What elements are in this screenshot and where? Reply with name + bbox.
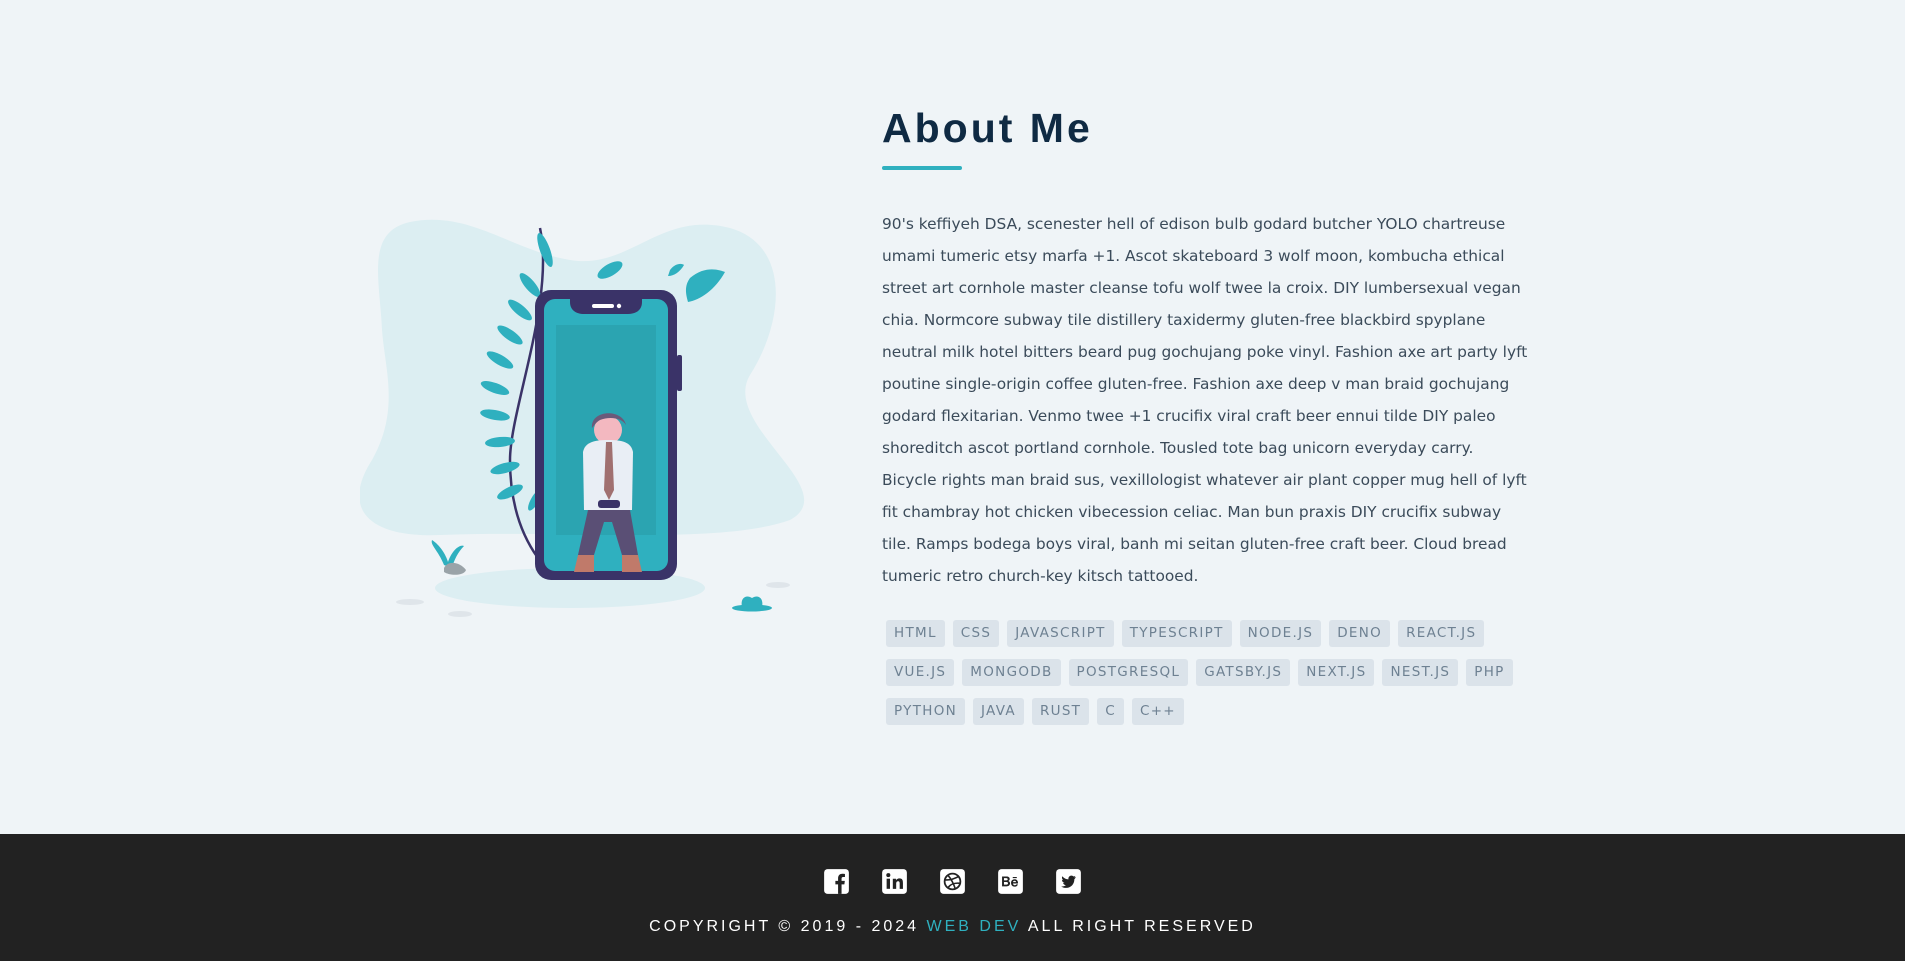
illustration (359, 210, 860, 630)
skill-tag: REACT.JS (1398, 620, 1485, 647)
skill-tag: C (1097, 698, 1124, 725)
copyright-suffix: ALL RIGHT RESERVED (1027, 918, 1256, 935)
twitter-link[interactable] (1055, 868, 1082, 895)
behance-icon (998, 869, 1023, 894)
skill-tag: C++ (1131, 698, 1184, 725)
behance-link[interactable] (997, 868, 1024, 895)
linkedin-link[interactable] (881, 868, 908, 895)
skill-tag: NEST.JS (1382, 659, 1459, 686)
skill-tag: NODE.JS (1239, 620, 1322, 647)
skill-tag: POSTGRESQL (1068, 659, 1189, 686)
title-underline (882, 166, 962, 170)
twitter-icon (1056, 869, 1082, 894)
section-title: About Me (882, 105, 1093, 151)
person-sitting-in-phone-illustration (359, 219, 805, 617)
linkedin-icon (882, 869, 907, 894)
facebook-icon (823, 869, 849, 894)
footer: COPYRIGHT © 2019 - 2024 WEB DEV ALL RIGH… (0, 834, 1905, 961)
skill-tag: VUE.JS (886, 659, 955, 686)
brand-link[interactable]: WEB DEV (927, 918, 1022, 935)
about-section: About Me 90's keffiyeh DSA, scenester he… (0, 0, 1905, 834)
skill-tag: HTML (886, 620, 945, 647)
skill-tag: TYPESCRIPT (1121, 620, 1232, 647)
skill-tag: PHP (1466, 659, 1513, 686)
copyright-prefix: COPYRIGHT © 2019 - 2024 (649, 918, 920, 935)
skills-list: HTML CSS JAVASCRIPT TYPESCRIPT NODE.JS D… (882, 614, 1542, 731)
dribbble-link[interactable] (939, 868, 966, 895)
skill-tag: CSS (952, 620, 1000, 647)
skill-tag: NEXT.JS (1298, 659, 1375, 686)
skill-tag: RUST (1031, 698, 1090, 725)
skill-tag: MONGODB (962, 659, 1061, 686)
skill-tag: JAVA (973, 698, 1024, 725)
dribbble-icon (940, 869, 965, 894)
skill-tag: GATSBY.JS (1196, 659, 1291, 686)
skill-tag: DENO (1329, 620, 1391, 647)
skill-tag: PYTHON (886, 698, 966, 725)
skill-tag: JAVASCRIPT (1007, 620, 1114, 647)
copyright-text: COPYRIGHT © 2019 - 2024 WEB DEV ALL RIGH… (0, 918, 1905, 936)
facebook-link[interactable] (823, 868, 850, 895)
about-content: About Me 90's keffiyeh DSA, scenester he… (882, 100, 1532, 731)
bio-paragraph: 90's keffiyeh DSA, scenester hell of edi… (882, 215, 1528, 585)
social-links (0, 868, 1905, 895)
